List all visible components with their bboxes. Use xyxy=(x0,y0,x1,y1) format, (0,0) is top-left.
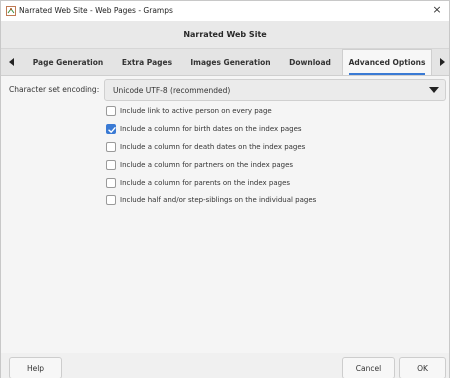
option-label: Include link to active person on every p… xyxy=(120,107,272,115)
close-icon[interactable]: × xyxy=(431,4,443,16)
window-title: Narrated Web Site - Web Pages - Gramps xyxy=(19,6,173,15)
option-label: Include a column for birth dates on the … xyxy=(120,125,302,133)
title-bar: Narrated Web Site - Web Pages - Gramps × xyxy=(1,1,449,21)
checkmark-icon xyxy=(108,127,116,133)
gramps-tree-icon xyxy=(6,6,16,16)
dialog-window: Narrated Web Site - Web Pages - Gramps ×… xyxy=(0,0,450,378)
checkbox[interactable] xyxy=(106,195,116,205)
active-tab-indicator xyxy=(349,73,425,75)
option-label: Include a column for partners on the ind… xyxy=(120,161,294,169)
tab-extra-pages[interactable]: Extra Pages xyxy=(113,49,181,75)
option-birth-dates[interactable]: Include a column for birth dates on the … xyxy=(106,123,446,135)
option-partners[interactable]: Include a column for partners on the ind… xyxy=(106,159,446,171)
option-half-siblings[interactable]: Include half and/or step-siblings on the… xyxy=(106,194,446,206)
checkbox[interactable] xyxy=(106,106,116,116)
tab-advanced-options-label: Advanced Options xyxy=(348,58,426,67)
triangle-left-icon[interactable] xyxy=(4,49,20,75)
tab-download[interactable]: Download xyxy=(280,49,340,75)
option-parents[interactable]: Include a column for parents on the inde… xyxy=(106,177,446,189)
option-label: Include a column for parents on the inde… xyxy=(120,179,291,187)
option-link-active-person[interactable]: Include link to active person on every p… xyxy=(106,105,446,117)
dialog-header: Narrated Web Site xyxy=(1,21,449,49)
checkbox[interactable] xyxy=(106,160,116,170)
checkbox[interactable] xyxy=(106,178,116,188)
checkbox[interactable] xyxy=(106,142,116,152)
encoding-label: Character set encoding: xyxy=(9,85,100,94)
help-button[interactable]: Help xyxy=(9,357,62,378)
option-death-dates[interactable]: Include a column for death dates on the … xyxy=(106,141,446,153)
tab-images-generation[interactable]: Images Generation xyxy=(181,49,280,75)
ok-button[interactable]: OK xyxy=(399,357,446,378)
tab-advanced-options[interactable]: Advanced Options xyxy=(342,49,432,75)
tab-page-generation[interactable]: Page Generation xyxy=(23,49,113,75)
checkbox-checked[interactable] xyxy=(106,124,116,134)
dialog-title: Narrated Web Site xyxy=(183,30,267,39)
triangle-right-icon[interactable] xyxy=(434,49,450,75)
cancel-button[interactable]: Cancel xyxy=(342,357,395,378)
encoding-select[interactable]: Unicode UTF-8 (recommended) xyxy=(104,79,446,101)
triangle-down-icon xyxy=(429,87,439,93)
button-bar: Help Cancel OK xyxy=(1,353,449,378)
encoding-value: Unicode UTF-8 (recommended) xyxy=(113,86,231,95)
option-label: Include half and/or step-siblings on the… xyxy=(120,196,317,204)
option-label: Include a column for death dates on the … xyxy=(120,143,306,151)
tab-bar: Page Generation Extra Pages Images Gener… xyxy=(1,49,449,76)
